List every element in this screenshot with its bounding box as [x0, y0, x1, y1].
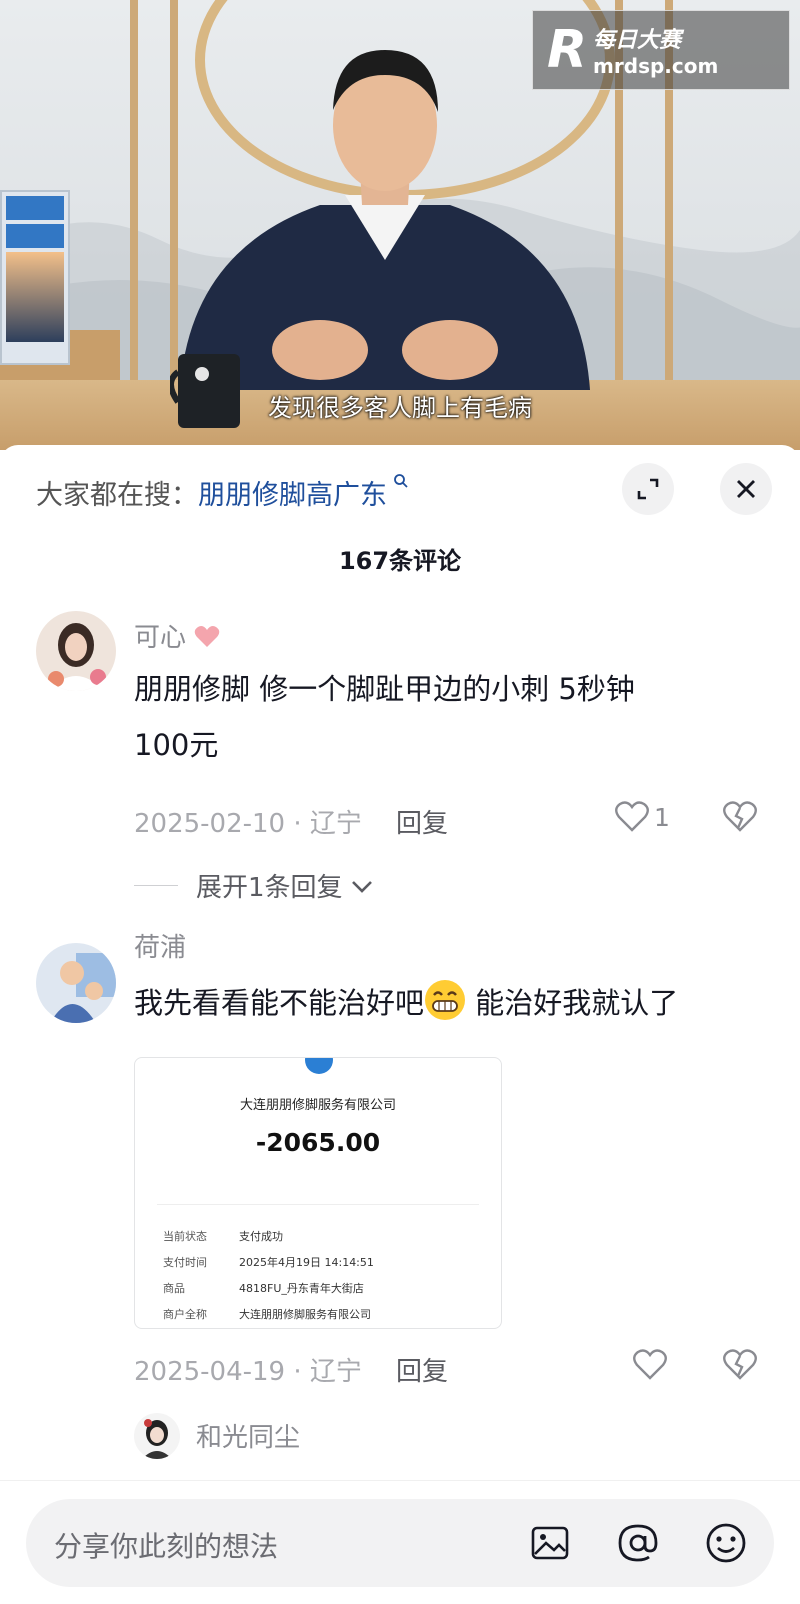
trending-search-label: 大家都在搜： — [36, 480, 198, 511]
trending-search-term[interactable]: 朋朋修脚高广东 — [198, 480, 387, 511]
receipt-image[interactable]: 大连朋朋修脚服务有限公司 -2065.00 当前状态 支付成功 支付时间 2025年… — [134, 1057, 502, 1329]
watermark: R 每日大赛 mrdsp.com — [532, 10, 790, 90]
expand-replies-button[interactable]: 展开1条回复 — [134, 867, 375, 904]
chevron-down-icon — [351, 880, 372, 893]
receipt-merchant: 大连朋朋修脚服务有限公司 — [239, 1098, 396, 1113]
comment-username[interactable]: 和光同尘 — [196, 1417, 300, 1454]
comment-input-bar: 分享你此刻的想法 — [0, 1480, 800, 1604]
comment-input-placeholder: 分享你此刻的想法 — [54, 1530, 279, 1563]
expand-icon — [637, 478, 659, 500]
watermark-logo: R — [547, 20, 587, 80]
receipt-divider — [157, 1204, 479, 1205]
fullscreen-button[interactable] — [622, 463, 674, 515]
watermark-url: mrdsp.com — [593, 54, 719, 78]
comment-count: 167条评论 — [338, 547, 462, 575]
emoji-icon[interactable] — [704, 1521, 748, 1565]
video-subtitle: 发现很多客人脚上有毛病 — [268, 394, 532, 422]
comment-username[interactable]: 荷浦 — [134, 927, 186, 964]
search-icon — [387, 473, 409, 494]
wood-pole — [130, 0, 138, 390]
close-icon — [737, 480, 755, 498]
receipt-row: 支付时间 2025年4月19日 14:14:51 — [163, 1256, 374, 1269]
dislike-button[interactable] — [722, 801, 758, 837]
image-icon[interactable] — [528, 1521, 572, 1565]
payment-logo-icon — [305, 1058, 333, 1074]
comment-username[interactable]: 可心 — [134, 617, 220, 654]
avatar[interactable] — [36, 943, 116, 1023]
comment-text: 我先看看能不能治好吧 能治好我就认了 — [134, 975, 678, 1031]
receipt-row: 当前状态 支付成功 — [163, 1230, 283, 1243]
like-count: 1 — [654, 802, 670, 832]
video-player[interactable]: R 每日大赛 mrdsp.com 发现很多客人脚上有毛病 — [0, 0, 800, 450]
heart-icon — [195, 626, 220, 647]
comment-meta: 2025-04-19 · 辽宁 — [134, 1357, 362, 1387]
receipt-row: 商品 4818FU_丹东青年大街店 — [163, 1282, 364, 1295]
reply-button[interactable]: 回复 — [396, 803, 448, 840]
comment-meta: 2025-02-10 · 辽宁 — [134, 809, 362, 839]
like-button[interactable] — [632, 1349, 668, 1381]
brochure-stand — [0, 190, 70, 365]
divider-line — [134, 885, 178, 886]
like-button[interactable]: 1 — [614, 801, 670, 833]
avatar[interactable] — [134, 1413, 180, 1459]
heart-outline-icon — [633, 1349, 667, 1380]
reply-button[interactable]: 回复 — [396, 1351, 448, 1388]
comment-sheet: 大家都在搜：朋朋修脚高广东 167条评论 可心 朋朋修脚 修一个脚趾甲边的小刺 … — [0, 445, 800, 1604]
broken-heart-icon — [723, 1349, 757, 1380]
dislike-button[interactable] — [722, 1349, 758, 1385]
comment-text: 朋朋修脚 修一个脚趾甲边的小刺 5秒钟 100元 — [134, 672, 635, 762]
avatar[interactable] — [36, 611, 116, 691]
grin-emoji-icon — [425, 980, 466, 1020]
heart-outline-icon — [615, 801, 649, 832]
trending-search[interactable]: 大家都在搜：朋朋修脚高广东 — [36, 473, 409, 512]
close-button[interactable] — [720, 463, 772, 515]
mention-icon[interactable] — [616, 1521, 660, 1565]
receipt-amount: -2065.00 — [255, 1128, 381, 1157]
comment-input[interactable]: 分享你此刻的想法 — [26, 1499, 774, 1587]
watermark-name: 每日大赛 — [593, 28, 682, 53]
receipt-row: 商户全称 大连朋朋修脚服务有限公司 — [163, 1308, 371, 1321]
broken-heart-icon — [723, 801, 757, 832]
